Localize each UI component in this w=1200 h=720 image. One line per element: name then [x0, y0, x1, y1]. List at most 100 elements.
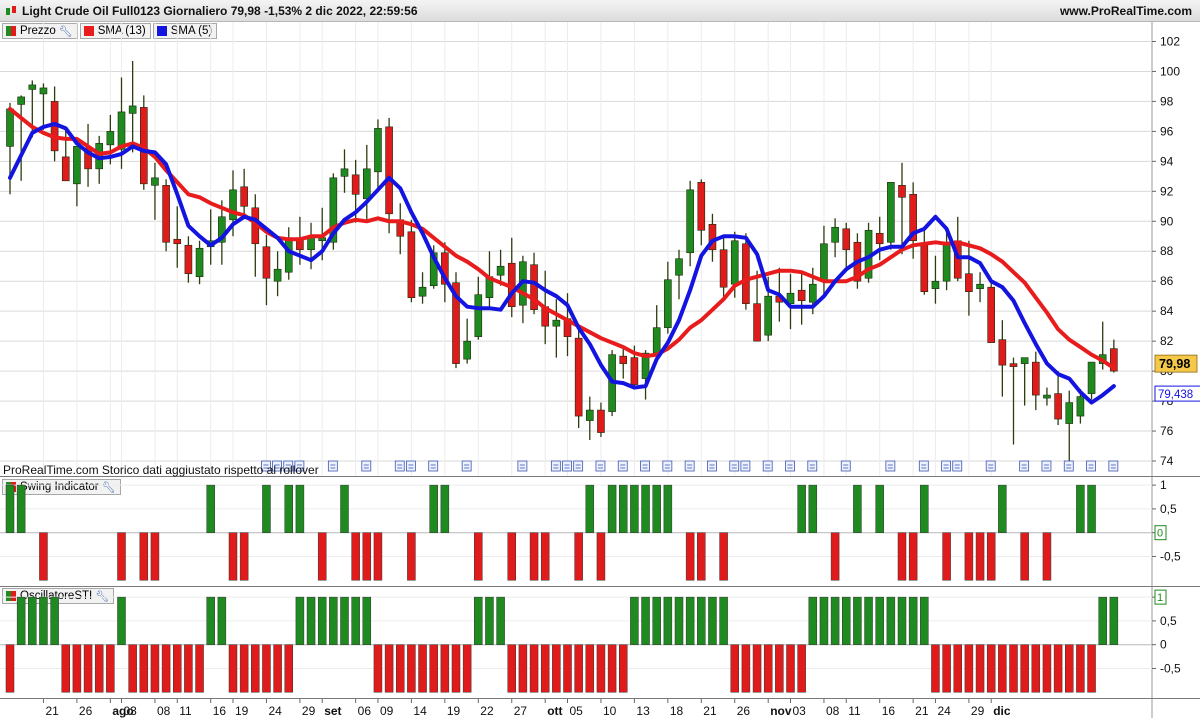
sti-bar [117, 596, 126, 645]
candle-body [797, 289, 806, 301]
candle-body [574, 337, 583, 417]
candle-body [429, 252, 438, 287]
candle-body [775, 295, 784, 303]
candle-body [195, 247, 204, 278]
candle-body [284, 238, 293, 273]
swing-bar [295, 484, 305, 533]
sti-bar [942, 644, 951, 693]
site-link[interactable]: www.ProRealTime.com [1060, 4, 1192, 18]
candle-body [218, 216, 226, 243]
swing-legend: Swing Indicator 🔧︎ [2, 479, 123, 495]
sti-bar [518, 644, 528, 693]
sti-bar [496, 596, 505, 645]
sti-bar [39, 596, 48, 645]
candle-body [140, 107, 148, 185]
swing-panel: -0,500,510 [0, 478, 1181, 581]
candle-body [1009, 363, 1018, 367]
candle-body [162, 185, 170, 243]
last-price-badge [1154, 354, 1198, 373]
sti-tick-label: 1 [1160, 590, 1167, 604]
x-tick-label: 19 [447, 704, 461, 718]
x-tick-label: 13 [636, 704, 650, 718]
candle-body [50, 101, 59, 152]
sti-bar [407, 644, 416, 693]
sti-bar [1098, 596, 1107, 645]
chart-window: Light Crude Oil Full0123 Giornaliero 79,… [0, 0, 1200, 720]
sti-bar [284, 644, 293, 693]
legend-sma5[interactable]: SMA (5) [152, 23, 218, 39]
x-tick-label: 29 [971, 704, 985, 718]
x-tick-label: 19 [235, 704, 249, 718]
wrench-icon[interactable]: 🔧︎ [95, 590, 109, 603]
sti-bar [797, 644, 806, 693]
legend-swing-indicator[interactable]: Swing Indicator 🔧︎ [2, 479, 121, 495]
candle-body [664, 279, 672, 328]
sti-bar [931, 644, 940, 693]
legend-sma13[interactable]: SMA (13) [79, 23, 151, 39]
x-tick-label: 03 [793, 704, 807, 718]
sti-bar [864, 596, 873, 645]
candle-body [340, 168, 349, 177]
x-tick-label: 18 [670, 704, 684, 718]
sti-tick-label: -0,5 [1160, 661, 1181, 675]
sti-bar [94, 644, 104, 693]
sti-bar [908, 596, 918, 645]
last-price-label: 79,98 [1159, 357, 1190, 371]
news-icon [261, 460, 271, 472]
news-icon [707, 460, 717, 472]
candle-body [965, 273, 973, 293]
sti-bar [920, 596, 929, 645]
sti-bar [708, 596, 717, 645]
sti-bar [128, 644, 137, 693]
sti-bar [607, 644, 617, 693]
swing-bar [373, 532, 383, 581]
legend-prezzo[interactable]: Prezzo 🔧︎ [2, 23, 78, 39]
x-tick-label: 06 [358, 704, 372, 718]
news-icon [595, 460, 606, 472]
sti-bar [139, 644, 149, 693]
sti-bar [596, 644, 606, 693]
x-tick-label: 11 [848, 704, 861, 718]
candle-body [407, 231, 416, 298]
candle-body [898, 185, 906, 198]
sti-bar [1031, 644, 1041, 693]
news-icon [394, 460, 405, 472]
candle-body [173, 238, 182, 245]
price-tick-label: 98 [1160, 94, 1174, 108]
sti-bar [273, 644, 282, 693]
swing-bar [596, 532, 606, 581]
sti-swatch [6, 591, 16, 601]
price-tick-label: 100 [1160, 64, 1180, 78]
sti-bar [641, 596, 650, 645]
x-tick-label: 09 [380, 704, 394, 718]
swing-bar [429, 484, 438, 533]
swing-tick-label: -0,5 [1160, 549, 1181, 563]
x-tick-label: 24 [937, 704, 951, 718]
candle-body [485, 276, 494, 298]
swing-bar [663, 484, 673, 533]
candle-body [1020, 357, 1029, 364]
swing-bar [853, 484, 862, 533]
x-tick-label: 08 [157, 704, 171, 718]
wrench-icon[interactable]: 🔧︎ [59, 25, 73, 38]
legend-oscillatore-sti[interactable]: OscillatoreSTI 🔧︎ [2, 588, 115, 604]
sti-bar [819, 596, 829, 645]
candle-body [909, 194, 917, 242]
candle-body [597, 409, 605, 433]
sti-bar [161, 644, 171, 693]
sti-bar [295, 596, 305, 645]
sti-bar [451, 644, 461, 693]
price-tick-label: 74 [1160, 454, 1174, 468]
wrench-icon[interactable]: 🔧︎ [102, 481, 116, 494]
candle-body [764, 295, 773, 336]
candle-body [39, 87, 48, 95]
sma5-line [8, 121, 1116, 405]
sti-bar [552, 644, 561, 693]
swing-tick-label: 0 [1160, 526, 1167, 540]
legend-swing-label: Swing Indicator [20, 481, 99, 493]
news-icon [785, 460, 795, 472]
swing-bar [529, 532, 539, 581]
candle-body [530, 264, 538, 310]
swing-bar [986, 532, 996, 581]
sti-bar [1053, 644, 1063, 693]
